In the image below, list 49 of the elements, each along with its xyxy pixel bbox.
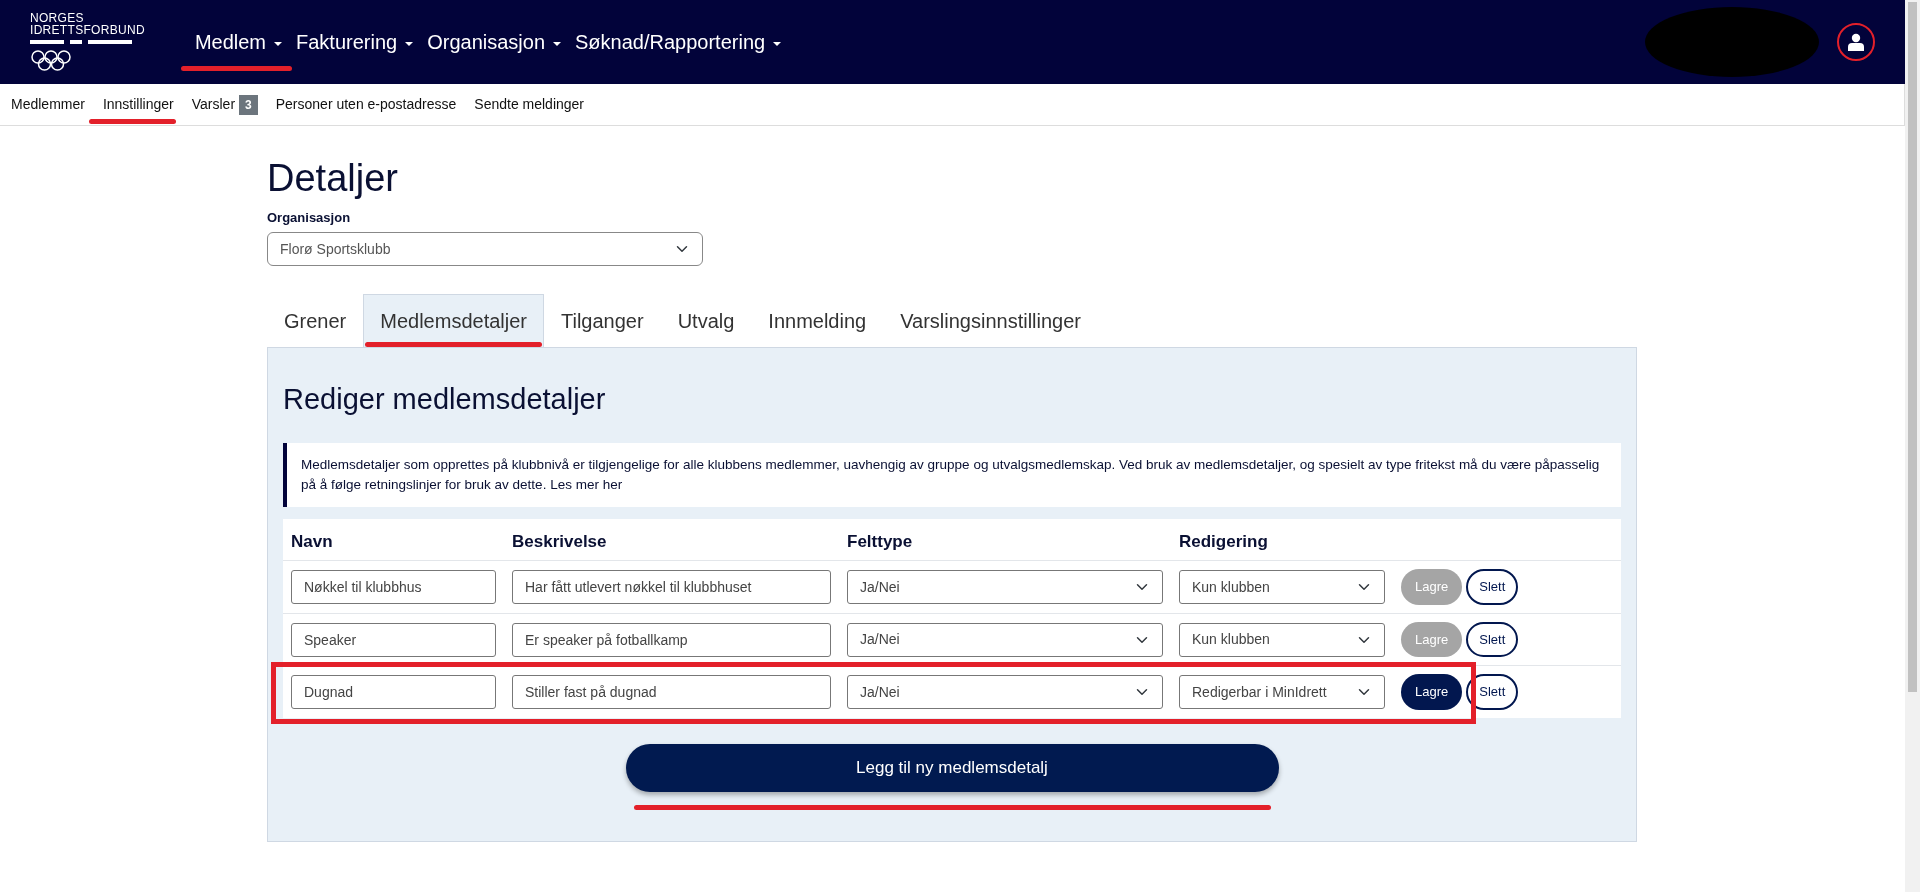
logo[interactable]: NORGES IDRETTSFORBUND <box>30 12 145 72</box>
column-header: Navn <box>290 530 334 553</box>
column-header: Felttype <box>846 530 914 553</box>
name-input[interactable]: Nøkkel til klubbhus <box>291 570 496 605</box>
editing-select[interactable]: Kun klubben <box>1179 622 1385 657</box>
organization-select[interactable]: Florø Sportsklubb <box>267 232 703 267</box>
name-input[interactable]: Speaker <box>291 622 496 657</box>
menu-item[interactable]: Søknad/Rapportering <box>573 27 784 57</box>
caret-icon <box>773 41 782 46</box>
caret-icon <box>405 41 414 46</box>
column-header: Redigering <box>1178 530 1269 553</box>
page-title: Detaljer <box>267 156 399 201</box>
add-detail-button[interactable]: Legg til ny medlemsdetalj <box>625 743 1279 792</box>
tab[interactable]: Grener <box>267 294 364 348</box>
caret-icon <box>274 41 282 46</box>
submenu-item[interactable]: Innstillinger <box>102 94 174 115</box>
submenu-item[interactable]: Personer uten e-postadresse <box>275 94 457 115</box>
column-header: Beskrivelse <box>511 530 608 553</box>
save-button[interactable]: Lagre <box>1401 674 1463 710</box>
menu-item[interactable]: Medlem <box>192 27 284 57</box>
submenu-item[interactable]: Sendte meldinger <box>474 94 585 115</box>
delete-button[interactable]: Slett <box>1466 674 1519 710</box>
field-type-select[interactable]: Ja/Nei <box>847 675 1163 710</box>
count-badge: 3 <box>239 94 258 115</box>
delete-button[interactable]: Slett <box>1466 569 1519 605</box>
info-text: Medlemsdetaljer som opprettes på klubbnivå er tilgjengelige for alle klubbens medlemmer, uavhengig av gruppe og utvalgsmedlemskap. Ved bruk av medlemsdetaljer, og spesielt av type fritekst må du være påpasselig på å følge retningslinjer for bruk av dette. Les mer her <box>283 442 1621 507</box>
submenu-item[interactable]: Varsler 3 <box>191 94 258 115</box>
scrollbar-thumb[interactable] <box>1908 2 1917 692</box>
menu-item[interactable]: Fakturering <box>294 27 416 57</box>
tab[interactable]: Tilganger <box>544 294 661 348</box>
field-type-select[interactable]: Ja/Nei <box>847 570 1163 605</box>
description-input[interactable]: Stiller fast på dugnad <box>512 675 831 710</box>
description-input[interactable]: Har fått utlevert nøkkel til klubbhuset <box>512 570 831 605</box>
field-label: Organisasjon <box>267 208 352 227</box>
caret-icon <box>553 41 561 46</box>
menu-item[interactable]: Organisasjon <box>425 27 563 57</box>
submenu-item[interactable]: Medlemmer <box>11 94 85 115</box>
name-input[interactable]: Dugnad <box>291 675 496 710</box>
description-input[interactable]: Er speaker på fotballkamp <box>512 622 831 657</box>
editing-select[interactable]: Redigerbar i MinIdrett <box>1179 675 1385 710</box>
panel-title: Rediger medlemsdetaljer <box>283 382 607 417</box>
user-icon <box>1847 33 1865 51</box>
tab[interactable]: Varslingsinnstillinger <box>883 294 1098 348</box>
field-type-select[interactable]: Ja/Nei <box>847 622 1163 657</box>
tab[interactable]: Innmelding <box>751 294 884 348</box>
user-avatar[interactable] <box>1837 23 1875 61</box>
delete-button[interactable]: Slett <box>1466 621 1519 658</box>
editing-select[interactable]: Kun klubben <box>1179 570 1385 605</box>
tab[interactable]: Utvalg <box>660 294 752 348</box>
